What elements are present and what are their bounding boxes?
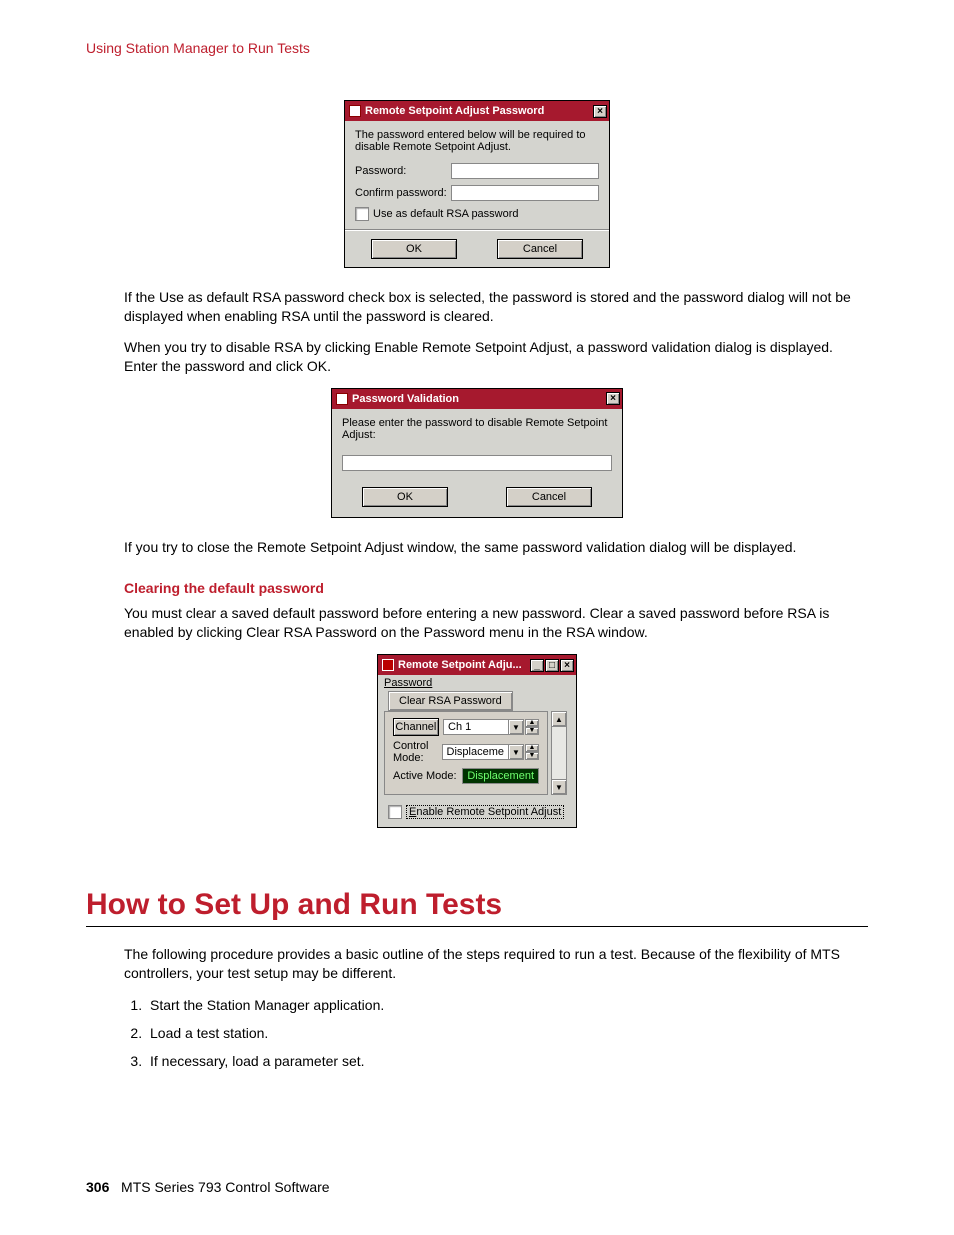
control-mode-spinner[interactable]: ▲▼ [525,744,539,760]
enable-rsa-checkbox-label: Enable Remote Setpoint Adjust [406,805,564,819]
menu-item-clear-rsa[interactable]: Clear RSA Password [388,691,513,711]
paragraph: If you try to close the Remote Setpoint … [124,538,868,557]
close-icon[interactable]: × [606,392,620,405]
confirm-password-label: Confirm password: [355,187,451,199]
paragraph: If the Use as default RSA password check… [124,288,868,326]
rsa-password-dialog: Remote Setpoint Adjust Password × The pa… [344,100,610,268]
menu-password[interactable]: Password [384,677,432,689]
control-mode-select[interactable]: Displaceme ▼ [442,744,524,760]
channel-select[interactable]: Ch 1 ▼ [443,719,524,735]
dialog-instruction: Please enter the password to disable Rem… [342,417,612,441]
active-mode-label: Active Mode: [393,770,462,782]
confirm-password-input[interactable] [451,185,599,201]
steps-list: Start the Station Manager application. L… [124,997,868,1069]
active-mode-display: Displacement [462,768,539,784]
default-rsa-checkbox[interactable] [355,207,369,221]
paragraph: You must clear a saved default password … [124,604,868,642]
paragraph: The following procedure provides a basic… [124,945,868,983]
scrollbar[interactable]: ▲ ▼ [551,711,567,795]
page-number: 306 [86,1179,109,1195]
list-item: Start the Station Manager application. [146,997,868,1013]
password-input[interactable] [451,163,599,179]
dialog-instruction: The password entered below will be requi… [355,129,599,153]
password-label: Password: [355,165,451,177]
scroll-up-icon[interactable]: ▲ [551,711,567,727]
default-rsa-checkbox-label: Use as default RSA password [373,208,519,220]
breadcrumb: Using Station Manager to Run Tests [86,40,868,56]
subheading: Clearing the default password [124,580,868,596]
ok-button[interactable]: OK [371,239,457,259]
window-system-icon [382,659,394,671]
password-validation-dialog: Password Validation × Please enter the p… [331,388,623,518]
dialog-title: Remote Setpoint Adjust Password [365,105,592,117]
channel-spinner[interactable]: ▲▼ [525,719,539,735]
rsa-window: Remote Setpoint Adju... _ □ × Password C… [377,654,577,828]
scroll-down-icon[interactable]: ▼ [551,779,567,795]
password-input[interactable] [342,455,612,471]
page-footer: 306 MTS Series 793 Control Software [86,1179,330,1195]
minimize-icon[interactable]: _ [530,659,544,672]
paragraph: When you try to disable RSA by clicking … [124,338,868,376]
cancel-button[interactable]: Cancel [497,239,583,259]
close-icon[interactable]: × [560,659,574,672]
close-icon[interactable]: × [593,105,607,118]
control-mode-label: Control Mode: [393,740,442,764]
maximize-icon[interactable]: □ [545,659,559,672]
list-item: If necessary, load a parameter set. [146,1053,868,1069]
list-item: Load a test station. [146,1025,868,1041]
enable-rsa-checkbox[interactable] [388,805,402,819]
chevron-down-icon[interactable]: ▼ [508,720,523,734]
chevron-down-icon[interactable]: ▼ [508,745,523,759]
channel-button[interactable]: Channel [393,718,439,736]
section-title: How to Set Up and Run Tests [86,888,868,927]
cancel-button[interactable]: Cancel [506,487,592,507]
dialog-title: Password Validation [352,393,605,405]
window-system-icon [349,105,361,117]
dialog-title: Remote Setpoint Adju... [398,659,529,671]
ok-button[interactable]: OK [362,487,448,507]
doc-title: MTS Series 793 Control Software [121,1179,330,1195]
window-system-icon [336,393,348,405]
